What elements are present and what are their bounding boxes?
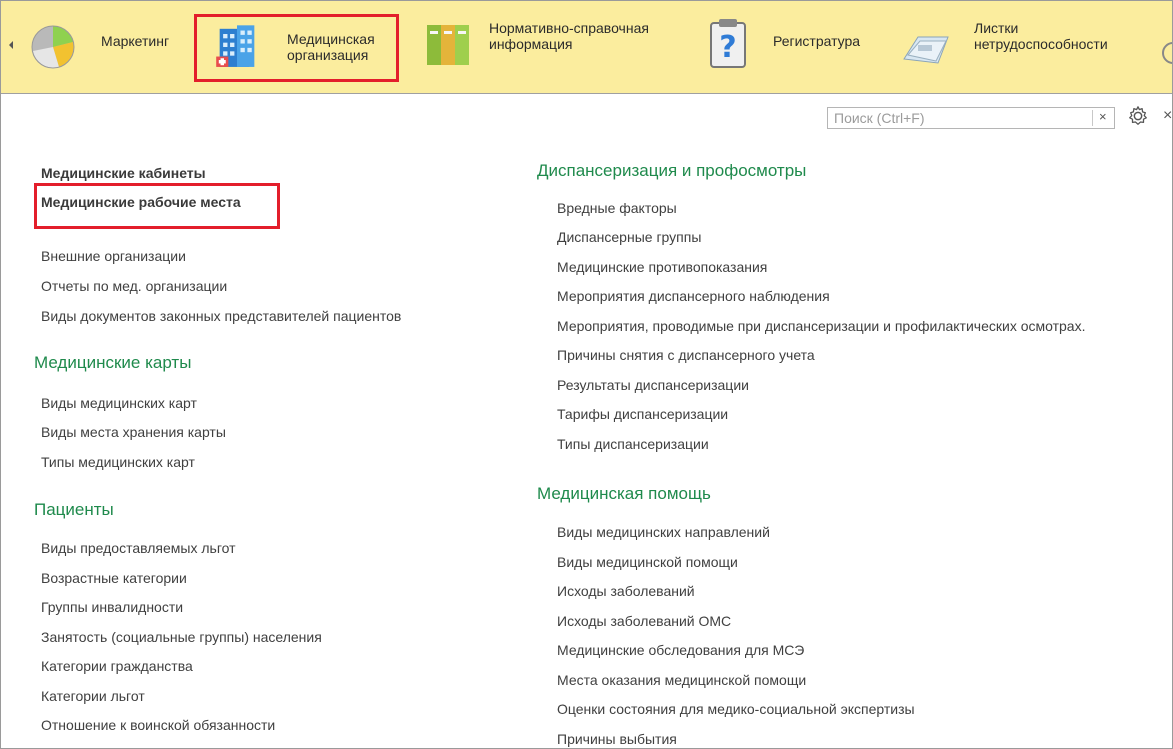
app-window: Маркетинг Медицинская организация Нормат… <box>0 0 1173 749</box>
link-external-orgs[interactable]: Внешние организации <box>41 248 186 264</box>
list-item[interactable]: Места оказания медицинской помощи <box>557 672 806 688</box>
link-medical-cabinets[interactable]: Медицинские кабинеты <box>41 165 206 181</box>
search-box: × <box>827 107 1115 129</box>
list-item[interactable]: Причины снятия с диспансерного учета <box>557 347 815 363</box>
list-item[interactable]: Виды медицинской помощи <box>557 554 738 570</box>
highlight-box <box>34 183 280 229</box>
link-org-reports[interactable]: Отчеты по мед. организации <box>41 278 227 294</box>
list-item[interactable]: Мероприятия, проводимые при диспансериза… <box>557 318 1085 334</box>
group-title-medical-care: Медицинская помощь <box>537 484 711 503</box>
section-label: Регистратура <box>773 33 861 49</box>
pie-chart-icon <box>31 25 75 69</box>
list-item[interactable]: Мероприятия диспансерного наблюдения <box>557 288 830 304</box>
list-item[interactable]: Виды предоставляемых льгот <box>41 540 236 556</box>
clipboard-question-icon: ? <box>710 19 746 68</box>
list-item[interactable]: Причины выбытия <box>557 731 677 747</box>
svg-text:?: ? <box>719 30 736 65</box>
list-item[interactable]: Группы инвалидности <box>41 599 183 615</box>
list-item[interactable]: Медицинские противопоказания <box>557 259 767 275</box>
link-representative-doc-types[interactable]: Виды документов законных представителей … <box>41 308 401 324</box>
group-title-patients: Пациенты <box>34 500 114 519</box>
list-item[interactable]: Результаты диспансеризации <box>557 377 749 393</box>
section-panel: Маркетинг Медицинская организация Нормат… <box>1 1 1172 94</box>
list-item[interactable]: Занятость (социальные группы) населения <box>41 629 322 645</box>
list-item[interactable]: Виды медицинских карт <box>41 395 197 411</box>
list-item[interactable]: Вредные факторы <box>557 200 677 216</box>
section-marketing[interactable]: Маркетинг <box>23 9 183 79</box>
section-reference-info[interactable]: Нормативно-справочная информация <box>419 9 689 79</box>
list-item[interactable]: Типы медицинских карт <box>41 454 195 470</box>
list-item[interactable]: Виды медицинских направлений <box>557 524 770 540</box>
list-item[interactable]: Исходы заболеваний ОМС <box>557 613 731 629</box>
list-item[interactable]: Тарифы диспансеризации <box>557 406 728 422</box>
partial-section-icon <box>1162 42 1172 64</box>
section-sick-leave[interactable]: Листки нетрудоспособности <box>896 9 1156 79</box>
section-registry[interactable]: ? Регистратура <box>701 9 881 79</box>
group-title-medical-cards: Медицинские карты <box>34 353 192 372</box>
group-title-dispensary: Диспансеризация и профосмотры <box>537 161 807 180</box>
search-input[interactable] <box>828 108 1086 128</box>
list-item[interactable]: Оценки состояния для медико-социальной э… <box>557 701 915 717</box>
section-medical-organization[interactable]: Медицинская организация <box>194 14 399 82</box>
clear-search-button[interactable]: × <box>1099 109 1107 124</box>
section-label: Медицинская организация <box>287 31 375 63</box>
list-item[interactable]: Исходы заболеваний <box>557 583 695 599</box>
list-item[interactable]: Категории льгот <box>41 688 145 704</box>
list-item[interactable]: Возрастные категории <box>41 570 187 586</box>
scroll-left-arrow-icon[interactable] <box>9 41 13 49</box>
section-label: Нормативно-справочная информация <box>489 20 649 52</box>
list-item[interactable]: Отношение к воинской обязанности <box>41 717 275 733</box>
hospital-building-icon <box>216 25 255 67</box>
list-item[interactable]: Виды места хранения карты <box>41 424 226 440</box>
list-item[interactable]: Категории гражданства <box>41 658 193 674</box>
gear-icon[interactable] <box>1127 105 1149 127</box>
documents-icon <box>903 36 949 64</box>
list-item[interactable]: Медицинские обследования для МСЭ <box>557 642 804 658</box>
search-divider <box>1092 110 1093 126</box>
section-label: Маркетинг <box>101 33 170 49</box>
close-icon[interactable]: × <box>1163 107 1172 125</box>
list-item[interactable]: Типы диспансеризации <box>557 436 709 452</box>
section-label: Листки нетрудоспособности <box>974 20 1108 52</box>
binders-icon <box>427 25 469 65</box>
list-item[interactable]: Диспансерные группы <box>557 229 701 245</box>
